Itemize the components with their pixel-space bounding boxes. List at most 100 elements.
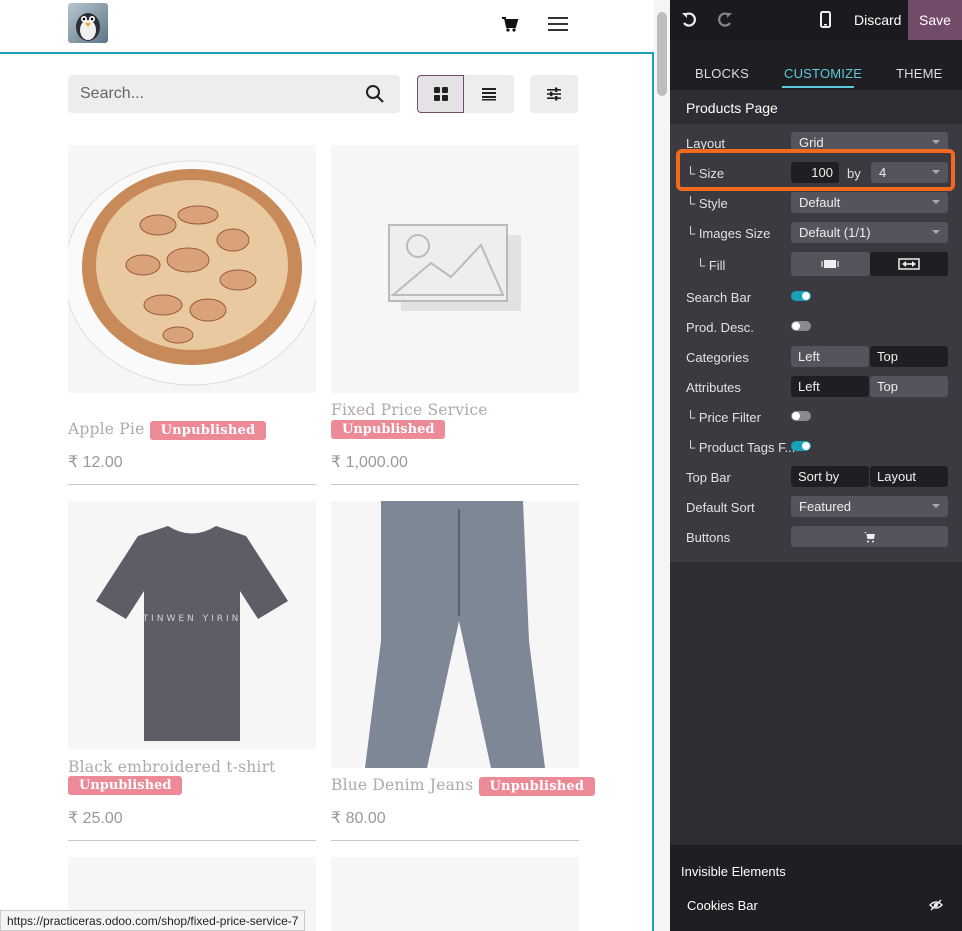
redo-icon[interactable] bbox=[715, 10, 735, 30]
buttons-label: Buttons bbox=[686, 530, 731, 545]
product-price: ₹ 1,000.00 bbox=[331, 454, 408, 471]
invisible-elements-section: Invisible Elements Cookies Bar bbox=[670, 845, 962, 931]
default-sort-select[interactable]: Featured bbox=[791, 496, 948, 517]
product-card[interactable]: Fixed Price Service Unpublished ₹ 1,000.… bbox=[331, 145, 579, 490]
images-size-value: Default (1/1) bbox=[799, 225, 871, 240]
editor-panel: Discard Save BLOCKS CUSTOMIZE THEME Prod… bbox=[670, 0, 962, 931]
product-tags-label: └ Product Tags F... bbox=[686, 440, 796, 455]
fill-option-cover[interactable] bbox=[870, 252, 948, 276]
product-image-tshirt[interactable]: TINWEN YIRIN bbox=[68, 501, 316, 749]
images-size-label: └ Images Size bbox=[686, 226, 771, 241]
search-icon[interactable] bbox=[364, 83, 386, 105]
prod-desc-label: Prod. Desc. bbox=[686, 320, 754, 335]
tab-customize[interactable]: CUSTOMIZE bbox=[784, 66, 862, 81]
tab-blocks[interactable]: BLOCKS bbox=[695, 66, 749, 81]
editor-tabs: BLOCKS CUSTOMIZE THEME bbox=[670, 40, 962, 90]
layout-value: Grid bbox=[799, 135, 824, 150]
attributes-top-option[interactable]: Top bbox=[870, 376, 948, 397]
save-button[interactable]: Save bbox=[908, 0, 962, 40]
caret-icon bbox=[932, 200, 940, 204]
images-size-select[interactable]: Default (1/1) bbox=[791, 222, 948, 243]
image-contain-icon bbox=[821, 260, 839, 268]
product-image-jeans[interactable] bbox=[331, 501, 579, 768]
svg-text:TINWEN YIRIN: TINWEN YIRIN bbox=[142, 614, 242, 624]
website-preview: Apple Pie Unpublished ₹ 12.00 Fixed Pric… bbox=[0, 0, 654, 931]
scrollbar-thumb[interactable] bbox=[657, 12, 667, 96]
editor-toolbar: Discard Save bbox=[670, 0, 962, 40]
card-divider bbox=[331, 840, 579, 841]
product-image-placeholder[interactable] bbox=[331, 145, 579, 393]
product-card[interactable]: Blue Denim Jeans Unpublished ₹ 80.00 bbox=[331, 501, 596, 846]
unpublished-badge: Unpublished bbox=[149, 420, 267, 440]
badge-wrap: Unpublished bbox=[68, 776, 183, 795]
caret-icon bbox=[932, 230, 940, 234]
unpublished-badge: Unpublished bbox=[331, 420, 446, 439]
categories-label: Categories bbox=[686, 350, 749, 365]
fill-label: └ Fill bbox=[696, 258, 726, 273]
undo-icon[interactable] bbox=[679, 10, 699, 30]
site-logo[interactable] bbox=[68, 3, 108, 43]
active-tab-underline bbox=[782, 86, 854, 88]
search-bar bbox=[68, 75, 400, 113]
list-icon bbox=[482, 88, 496, 101]
preview-scrollbar[interactable] bbox=[654, 0, 670, 931]
add-to-cart-option[interactable] bbox=[791, 526, 948, 547]
cart-icon bbox=[864, 532, 875, 543]
unpublished-badge: Unpublished bbox=[68, 776, 183, 795]
fill-option-contain[interactable] bbox=[791, 252, 870, 276]
product-price: ₹ 80.00 bbox=[331, 810, 386, 827]
hamburger-icon[interactable] bbox=[546, 14, 570, 34]
search-input[interactable] bbox=[80, 84, 350, 104]
toggle-knob bbox=[802, 292, 810, 300]
section-title: Products Page bbox=[686, 100, 778, 116]
product-name[interactable]: Apple Pie Unpublished bbox=[68, 420, 267, 440]
toggle-knob bbox=[802, 442, 810, 450]
site-header bbox=[0, 0, 654, 52]
card-divider bbox=[68, 484, 316, 485]
product-title[interactable]: Apple Pie bbox=[68, 420, 144, 438]
annotation-highlight-box bbox=[676, 149, 955, 191]
default-sort-value: Featured bbox=[799, 499, 852, 514]
default-sort-label: Default Sort bbox=[686, 500, 755, 515]
prod-desc-toggle[interactable] bbox=[791, 321, 811, 331]
eye-slash-icon[interactable] bbox=[929, 898, 943, 912]
categories-top-option[interactable]: Top bbox=[870, 346, 948, 367]
grid-view-button[interactable] bbox=[417, 75, 464, 113]
product-title[interactable]: Fixed Price Service bbox=[331, 401, 488, 419]
price-filter-label: └ Price Filter bbox=[686, 410, 761, 425]
cookies-bar-item[interactable]: Cookies Bar bbox=[687, 898, 758, 913]
product-image[interactable] bbox=[331, 857, 579, 931]
style-value: Default bbox=[799, 195, 841, 210]
unpublished-badge: Unpublished bbox=[478, 776, 596, 796]
style-label: └ Style bbox=[686, 196, 728, 211]
product-name[interactable]: Blue Denim Jeans Unpublished bbox=[331, 776, 596, 796]
search-bar-toggle[interactable] bbox=[791, 291, 811, 301]
categories-left-option[interactable]: Left bbox=[791, 346, 869, 367]
attributes-label: Attributes bbox=[686, 380, 741, 395]
mobile-preview-icon[interactable] bbox=[815, 10, 835, 30]
cart-icon[interactable] bbox=[500, 14, 520, 34]
product-title[interactable]: Blue Denim Jeans bbox=[331, 776, 473, 794]
filter-button[interactable] bbox=[530, 75, 578, 113]
sliders-icon bbox=[547, 87, 561, 101]
product-card[interactable]: TINWEN YIRIN Black embroidered t-shirt U… bbox=[68, 501, 316, 846]
card-divider bbox=[68, 840, 316, 841]
product-tags-toggle[interactable] bbox=[791, 441, 811, 451]
search-bar-label: Search Bar bbox=[686, 290, 752, 305]
product-title[interactable]: Black embroidered t-shirt bbox=[68, 758, 276, 776]
style-select[interactable]: Default bbox=[791, 192, 948, 213]
top-bar-sort-option[interactable]: Sort by bbox=[791, 466, 869, 487]
price-filter-toggle[interactable] bbox=[791, 411, 811, 421]
grid-icon bbox=[433, 87, 448, 101]
discard-button[interactable]: Discard bbox=[854, 12, 901, 28]
product-price: ₹ 25.00 bbox=[68, 810, 123, 827]
tab-theme[interactable]: THEME bbox=[896, 66, 943, 81]
image-cover-icon bbox=[898, 258, 920, 270]
product-image-apple-pie[interactable] bbox=[68, 145, 316, 393]
top-bar-layout-option[interactable]: Layout bbox=[870, 466, 948, 487]
product-card[interactable]: Apple Pie Unpublished ₹ 12.00 bbox=[68, 145, 316, 490]
attributes-left-option[interactable]: Left bbox=[791, 376, 869, 397]
caret-icon bbox=[932, 140, 940, 144]
caret-icon bbox=[932, 504, 940, 508]
list-view-button[interactable] bbox=[464, 75, 514, 113]
